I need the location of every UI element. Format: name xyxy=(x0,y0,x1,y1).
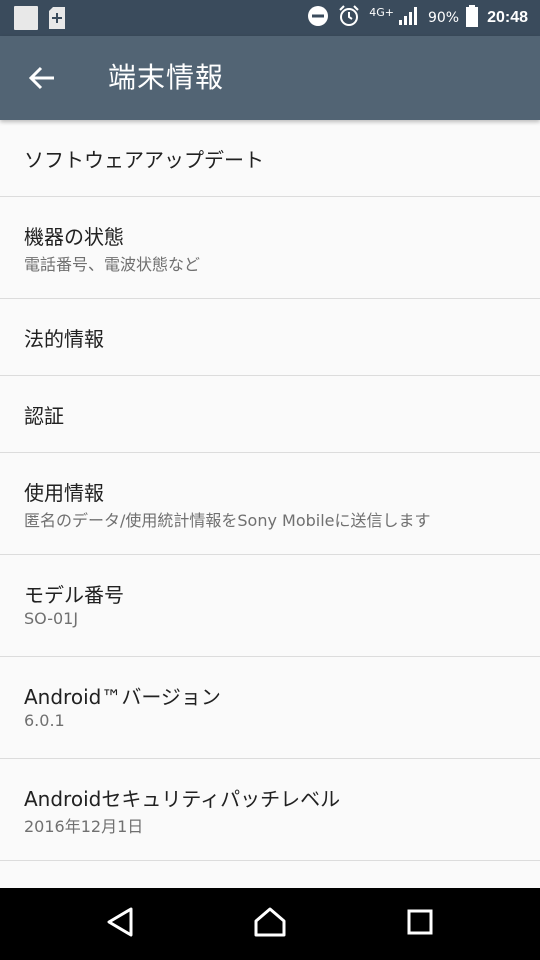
arrow-back-icon xyxy=(28,64,56,96)
list-item-subtitle: 2016年12月1日 xyxy=(24,817,144,836)
list-item-title: ソフトウェアアップデート xyxy=(24,148,264,172)
list-item-android-version[interactable]: Android™バージョン 6.0.1 xyxy=(0,657,540,759)
list-item-legal-info[interactable]: 法的情報 xyxy=(0,299,540,376)
list-item-subtitle: 電話番号、電波状態など xyxy=(24,255,201,274)
home-icon xyxy=(253,906,287,942)
list-item-device-status[interactable]: 機器の状態 電話番号、電波状態など xyxy=(0,197,540,299)
list-item-title: 使用情報 xyxy=(24,481,104,505)
list-item-title: モデル番号 xyxy=(24,583,124,607)
page-title: 端末情報 xyxy=(108,61,225,94)
list-item-subtitle: 匿名のデータ/使用統計情報をSony Mobileに送信します xyxy=(24,511,431,530)
app-bar: 端末情報 xyxy=(0,36,540,120)
list-item-software-update[interactable]: ソフトウェアアップデート xyxy=(0,120,540,197)
list-item-title: Androidセキュリティパッチレベル xyxy=(24,787,341,811)
list-item-title: 法的情報 xyxy=(24,327,104,351)
do-not-disturb-icon xyxy=(307,5,329,31)
status-bar-right: 4G+ 90% 20:48 xyxy=(307,4,528,32)
settings-list: ソフトウェアアップデート 機器の状態 電話番号、電波状態など 法的情報 認証 使… xyxy=(0,120,540,861)
list-item-title: 認証 xyxy=(24,404,64,428)
notification-square-icon xyxy=(14,6,38,30)
list-item-model-number[interactable]: モデル番号 SO-01J xyxy=(0,555,540,657)
list-item-usage-info[interactable]: 使用情報 匿名のデータ/使用統計情報をSony Mobileに送信します xyxy=(0,453,540,555)
list-item-title: 機器の状態 xyxy=(24,225,124,249)
recents-icon xyxy=(406,908,434,940)
list-item-subtitle: SO-01J xyxy=(24,609,79,628)
network-type: 4G+ xyxy=(369,5,394,19)
list-item-certification[interactable]: 認証 xyxy=(0,376,540,453)
list-item-title: Android™バージョン xyxy=(24,685,221,709)
nav-home-button[interactable] xyxy=(246,900,294,948)
battery-icon xyxy=(465,4,479,32)
nav-back-button[interactable] xyxy=(96,900,144,948)
list-item-security-patch[interactable]: Androidセキュリティパッチレベル 2016年12月1日 xyxy=(0,759,540,861)
navigation-bar xyxy=(0,888,540,960)
status-bar-left xyxy=(14,6,66,30)
status-bar: 4G+ 90% 20:48 xyxy=(0,0,540,36)
signal-icon xyxy=(398,6,420,30)
back-triangle-icon xyxy=(105,906,135,942)
list-item-subtitle: 6.0.1 xyxy=(24,711,65,730)
nav-recents-button[interactable] xyxy=(396,900,444,948)
sd-card-icon xyxy=(48,6,66,30)
clock: 20:48 xyxy=(487,9,528,26)
back-button[interactable] xyxy=(20,58,64,102)
battery-percent: 90% xyxy=(427,10,460,26)
alarm-icon xyxy=(337,4,361,32)
